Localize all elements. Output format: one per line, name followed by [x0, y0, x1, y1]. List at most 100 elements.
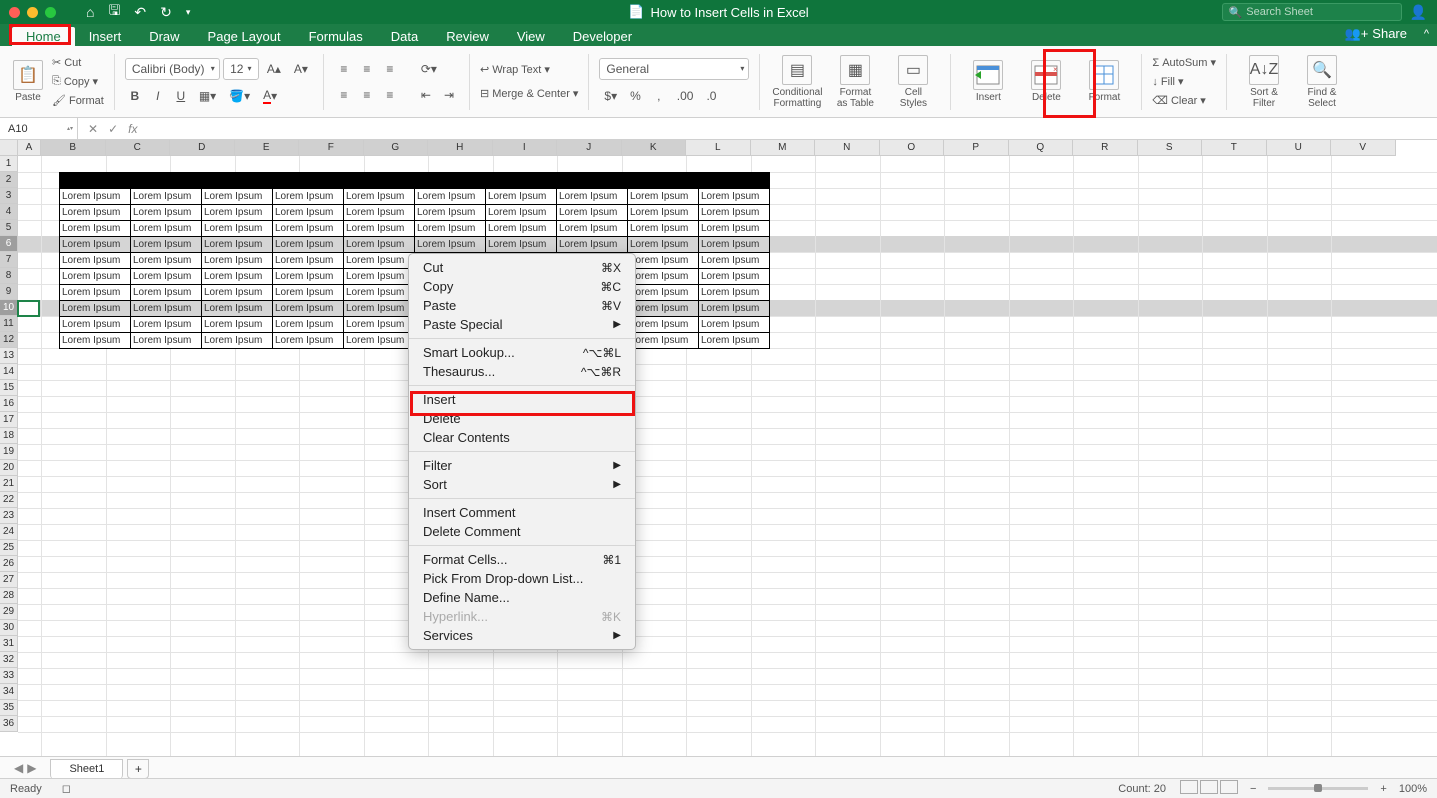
table-cell[interactable]: Lorem Ipsum	[131, 205, 202, 221]
ribbon-tab-home[interactable]: Home	[12, 27, 75, 46]
table-cell[interactable]: Lorem Ipsum	[60, 253, 131, 269]
context-menu-format-cells-[interactable]: Format Cells...⌘1	[409, 550, 635, 569]
conditional-formatting-button[interactable]: ▤ Conditional Formatting	[770, 51, 824, 113]
cancel-formula-icon[interactable]: ✕	[88, 122, 98, 136]
table-cell[interactable]: Lorem Ipsum	[273, 189, 344, 205]
zoom-level[interactable]: 100%	[1399, 783, 1427, 795]
font-color-button[interactable]: A▾	[258, 86, 282, 106]
table-cell[interactable]	[344, 173, 415, 189]
zoom-slider[interactable]	[1268, 787, 1368, 790]
table-cell[interactable]: Lorem Ipsum	[202, 317, 273, 333]
table-cell[interactable]: Lorem Ipsum	[273, 253, 344, 269]
table-cell[interactable]: Lorem Ipsum	[486, 237, 557, 253]
table-cell[interactable]: Lorem Ipsum	[60, 269, 131, 285]
zoom-out-button[interactable]: −	[1250, 783, 1256, 795]
table-cell[interactable]: Lorem Ipsum	[415, 221, 486, 237]
column-header[interactable]: C	[106, 140, 171, 156]
column-header[interactable]: O	[880, 140, 945, 156]
context-menu-insert-comment[interactable]: Insert Comment	[409, 503, 635, 522]
redo-icon[interactable]: ↻	[160, 4, 172, 21]
sort-filter-button[interactable]: A↓Z Sort & Filter	[1237, 51, 1291, 113]
table-cell[interactable]: Lorem Ipsum	[344, 237, 415, 253]
align-center-button[interactable]: ≡	[357, 85, 377, 105]
increase-decimal-button[interactable]: .00	[672, 86, 699, 106]
table-cell[interactable]: Lorem Ipsum	[60, 189, 131, 205]
context-menu-paste[interactable]: Paste⌘V	[409, 296, 635, 315]
ribbon-tab-review[interactable]: Review	[432, 27, 503, 46]
qa-dropdown-icon[interactable]: ▾	[186, 7, 191, 18]
table-cell[interactable]: Lorem Ipsum	[486, 221, 557, 237]
row-header[interactable]: 7	[0, 252, 18, 268]
table-cell[interactable]: Lorem Ipsum	[344, 205, 415, 221]
column-header[interactable]: V	[1331, 140, 1396, 156]
table-cell[interactable]: Lorem Ipsum	[344, 317, 415, 333]
table-cell[interactable]: Lorem Ipsum	[628, 269, 699, 285]
table-cell[interactable]: Lorem Ipsum	[273, 221, 344, 237]
row-header[interactable]: 14	[0, 364, 18, 380]
table-cell[interactable]: Lorem Ipsum	[344, 221, 415, 237]
table-cell[interactable]: Lorem Ipsum	[699, 269, 770, 285]
column-header[interactable]: K	[622, 140, 687, 156]
row-header[interactable]: 28	[0, 588, 18, 604]
row-header[interactable]: 30	[0, 620, 18, 636]
table-cell[interactable]: Lorem Ipsum	[344, 269, 415, 285]
column-header[interactable]: Q	[1009, 140, 1074, 156]
table-cell[interactable]: Lorem Ipsum	[273, 285, 344, 301]
table-cell[interactable]: Lorem Ipsum	[131, 237, 202, 253]
context-menu-delete[interactable]: Delete	[409, 409, 635, 428]
font-size-dropdown[interactable]: 12▾	[223, 58, 259, 80]
fx-icon[interactable]: fx	[128, 122, 137, 136]
column-header[interactable]: I	[493, 140, 558, 156]
table-cell[interactable]: Lorem Ipsum	[557, 189, 628, 205]
spreadsheet-grid[interactable]: ABCDEFGHIJKLMNOPQRSTUV 12345678910111213…	[0, 140, 1437, 756]
table-cell[interactable]: Lorem Ipsum	[699, 317, 770, 333]
row-header[interactable]: 10	[0, 300, 18, 316]
table-cell[interactable]: Lorem Ipsum	[628, 189, 699, 205]
format-cells-button[interactable]: Format	[1077, 51, 1131, 113]
decrease-indent-button[interactable]: ⇤	[416, 85, 436, 105]
row-header[interactable]: 6	[0, 236, 18, 252]
table-cell[interactable]: Lorem Ipsum	[131, 317, 202, 333]
table-cell[interactable]: Lorem Ipsum	[202, 285, 273, 301]
table-cell[interactable]: Lorem Ipsum	[273, 237, 344, 253]
table-cell[interactable]: Lorem Ipsum	[273, 269, 344, 285]
context-menu-define-name-[interactable]: Define Name...	[409, 588, 635, 607]
table-cell[interactable]: Lorem Ipsum	[699, 221, 770, 237]
column-header[interactable]: A	[18, 140, 41, 156]
table-cell[interactable]: Lorem Ipsum	[486, 205, 557, 221]
increase-indent-button[interactable]: ⇥	[439, 85, 459, 105]
sheet-tab-1[interactable]: Sheet1	[50, 759, 123, 779]
percent-button[interactable]: %	[625, 86, 646, 106]
row-header[interactable]: 35	[0, 700, 18, 716]
table-cell[interactable]	[557, 173, 628, 189]
currency-button[interactable]: $▾	[599, 86, 622, 106]
row-header[interactable]: 4	[0, 204, 18, 220]
table-cell[interactable]: Lorem Ipsum	[628, 317, 699, 333]
table-cell[interactable]: Lorem Ipsum	[202, 333, 273, 349]
merge-center-button[interactable]: ⊟Merge & Center ▾	[480, 85, 578, 103]
table-cell[interactable]: Lorem Ipsum	[202, 269, 273, 285]
row-header[interactable]: 26	[0, 556, 18, 572]
close-icon[interactable]	[9, 7, 20, 18]
table-cell[interactable]: Lorem Ipsum	[60, 221, 131, 237]
bold-button[interactable]: B	[125, 86, 145, 106]
tab-nav-right-icon[interactable]: ▶	[27, 761, 36, 775]
row-header[interactable]: 3	[0, 188, 18, 204]
column-header[interactable]: D	[170, 140, 235, 156]
autosum-button[interactable]: ΣAutoSum ▾	[1152, 54, 1216, 72]
context-menu-clear-contents[interactable]: Clear Contents	[409, 428, 635, 447]
row-header[interactable]: 13	[0, 348, 18, 364]
add-sheet-button[interactable]: +	[127, 759, 149, 779]
column-header[interactable]: S	[1138, 140, 1203, 156]
find-select-button[interactable]: 🔍 Find & Select	[1295, 51, 1349, 113]
orientation-button[interactable]: ⟳▾	[416, 59, 442, 79]
column-header[interactable]: R	[1073, 140, 1138, 156]
context-menu-delete-comment[interactable]: Delete Comment	[409, 522, 635, 541]
table-cell[interactable]: Lorem Ipsum	[131, 301, 202, 317]
row-header[interactable]: 8	[0, 268, 18, 284]
row-header[interactable]: 2	[0, 172, 18, 188]
ribbon-tab-view[interactable]: View	[503, 27, 559, 46]
row-header[interactable]: 1	[0, 156, 18, 172]
align-left-button[interactable]: ≡	[334, 85, 354, 105]
tab-nav-left-icon[interactable]: ◀	[14, 761, 23, 775]
